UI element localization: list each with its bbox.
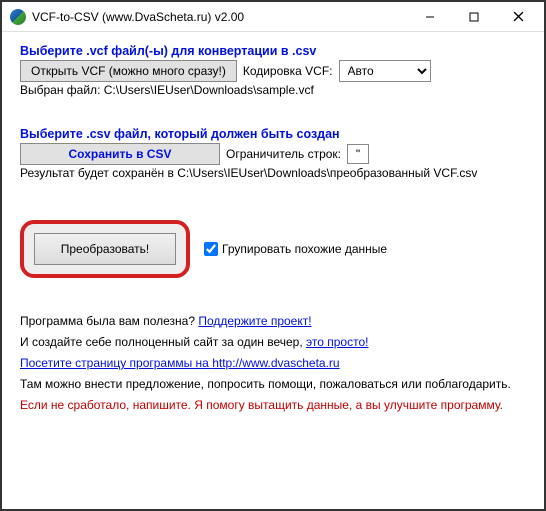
- visit-prefix[interactable]: Посетите страницу программы на: [20, 356, 212, 370]
- delimiter-input[interactable]: [347, 144, 369, 164]
- window-title: VCF-to-CSV (www.DvaScheta.ru) v2.00: [32, 10, 408, 24]
- minimize-button[interactable]: [408, 3, 452, 31]
- group-checkbox-label: Групировать похожие данные: [222, 242, 387, 256]
- window-controls: [408, 3, 540, 31]
- close-button[interactable]: [496, 3, 540, 31]
- save-csv-button[interactable]: Сохранить в CSV: [20, 143, 220, 165]
- group-checkbox[interactable]: [204, 242, 218, 256]
- delimiter-label: Ограничитель строк:: [226, 147, 341, 161]
- encoding-select[interactable]: Авто: [339, 60, 431, 82]
- group-checkbox-row: Групировать похожие данные: [204, 242, 387, 256]
- convert-highlight: Преобразовать!: [20, 220, 190, 278]
- useful-text: Программа была вам полезна?: [20, 314, 198, 328]
- visit-link[interactable]: http://www.dvascheta.ru: [212, 356, 339, 370]
- footer-suggestion: Там можно внести предложение, попросить …: [20, 375, 526, 393]
- site-text: И создайте себе полноценный сайт за один…: [20, 335, 306, 349]
- content-area: Выберите .vcf файл(-ы) для конвертации в…: [2, 32, 544, 414]
- footer-site: И создайте себе полноценный сайт за один…: [20, 333, 526, 351]
- support-link[interactable]: Поддержите проект!: [198, 314, 311, 328]
- section1-heading: Выберите .vcf файл(-ы) для конвертации в…: [20, 44, 526, 58]
- result-path-line: Результат будет сохранён в C:\Users\IEUs…: [20, 166, 526, 180]
- encoding-label: Кодировка VCF:: [243, 64, 333, 78]
- footer-useful: Программа была вам полезна? Поддержите п…: [20, 312, 526, 330]
- footer-fallback: Если не сработало, напишите. Я помогу вы…: [20, 396, 526, 414]
- convert-area: Преобразовать! Групировать похожие данны…: [20, 220, 526, 278]
- section1-row: Открыть VCF (можно много сразу!) Кодиров…: [20, 60, 526, 82]
- open-vcf-button[interactable]: Открыть VCF (можно много сразу!): [20, 60, 237, 82]
- section2-row: Сохранить в CSV Ограничитель строк:: [20, 143, 526, 165]
- section2-heading: Выберите .csv файл, который должен быть …: [20, 127, 526, 141]
- app-icon: [10, 9, 26, 25]
- convert-button[interactable]: Преобразовать!: [34, 233, 176, 265]
- maximize-button[interactable]: [452, 3, 496, 31]
- titlebar: VCF-to-CSV (www.DvaScheta.ru) v2.00: [2, 2, 544, 32]
- selected-file-line: Выбран файл: C:\Users\IEUser\Downloads\s…: [20, 83, 526, 97]
- footer-visit: Посетите страницу программы на http://ww…: [20, 354, 526, 372]
- site-link[interactable]: это просто!: [306, 335, 368, 349]
